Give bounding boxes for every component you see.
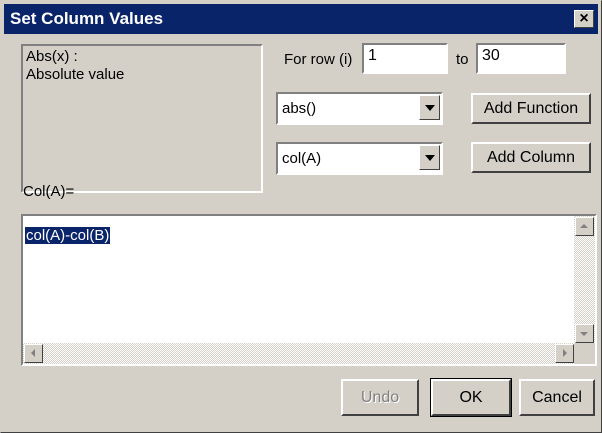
arrow-left-icon <box>31 349 35 357</box>
function-dropdown-button[interactable] <box>419 95 440 120</box>
scroll-right-button[interactable] <box>555 344 574 363</box>
arrow-up-icon <box>580 224 588 228</box>
scrollbar-corner <box>574 343 595 364</box>
row-from-input[interactable]: 1 <box>362 43 448 74</box>
function-signature: Abs(x) : <box>26 48 78 65</box>
column-select[interactable]: col(A) <box>276 142 443 175</box>
arrow-right-icon <box>563 349 567 357</box>
add-function-button[interactable]: Add Function <box>471 93 591 124</box>
column-dropdown-button[interactable] <box>419 145 440 170</box>
close-button[interactable]: × <box>574 10 594 28</box>
title-bar[interactable]: Set Column Values × <box>4 4 598 34</box>
for-row-label: For row (i) <box>284 51 353 68</box>
function-select[interactable]: abs() <box>276 92 443 125</box>
row-to-input[interactable]: 30 <box>476 43 566 74</box>
arrow-down-icon <box>580 332 588 336</box>
target-column-label: Col(A)= <box>23 183 75 200</box>
close-icon: × <box>579 10 589 27</box>
row-from-value: 1 <box>368 47 377 64</box>
undo-button[interactable]: Undo <box>341 379 419 416</box>
set-column-values-dialog: Set Column Values × Abs(x) : Absolute va… <box>0 0 602 433</box>
row-to-value: 30 <box>482 47 500 64</box>
add-column-button[interactable]: Add Column <box>471 142 591 173</box>
function-select-value: abs() <box>282 100 317 117</box>
horizontal-scrollbar[interactable] <box>23 343 574 364</box>
column-select-value: col(A) <box>282 150 322 167</box>
vertical-scrollbar[interactable] <box>574 216 595 343</box>
formula-editor[interactable]: col(A)-col(B) <box>21 214 597 366</box>
function-description-box: Abs(x) : Absolute value <box>21 44 263 193</box>
formula-text[interactable]: col(A)-col(B) <box>25 227 111 244</box>
scroll-up-button[interactable] <box>575 217 594 236</box>
ok-button[interactable]: OK <box>430 378 512 417</box>
function-description: Absolute value <box>26 66 125 83</box>
scroll-left-button[interactable] <box>24 344 43 363</box>
chevron-down-icon <box>425 155 435 161</box>
to-label: to <box>456 51 469 68</box>
scroll-down-button[interactable] <box>575 324 594 343</box>
chevron-down-icon <box>425 105 435 111</box>
dialog-title: Set Column Values <box>10 9 164 28</box>
cancel-button[interactable]: Cancel <box>519 379 595 416</box>
